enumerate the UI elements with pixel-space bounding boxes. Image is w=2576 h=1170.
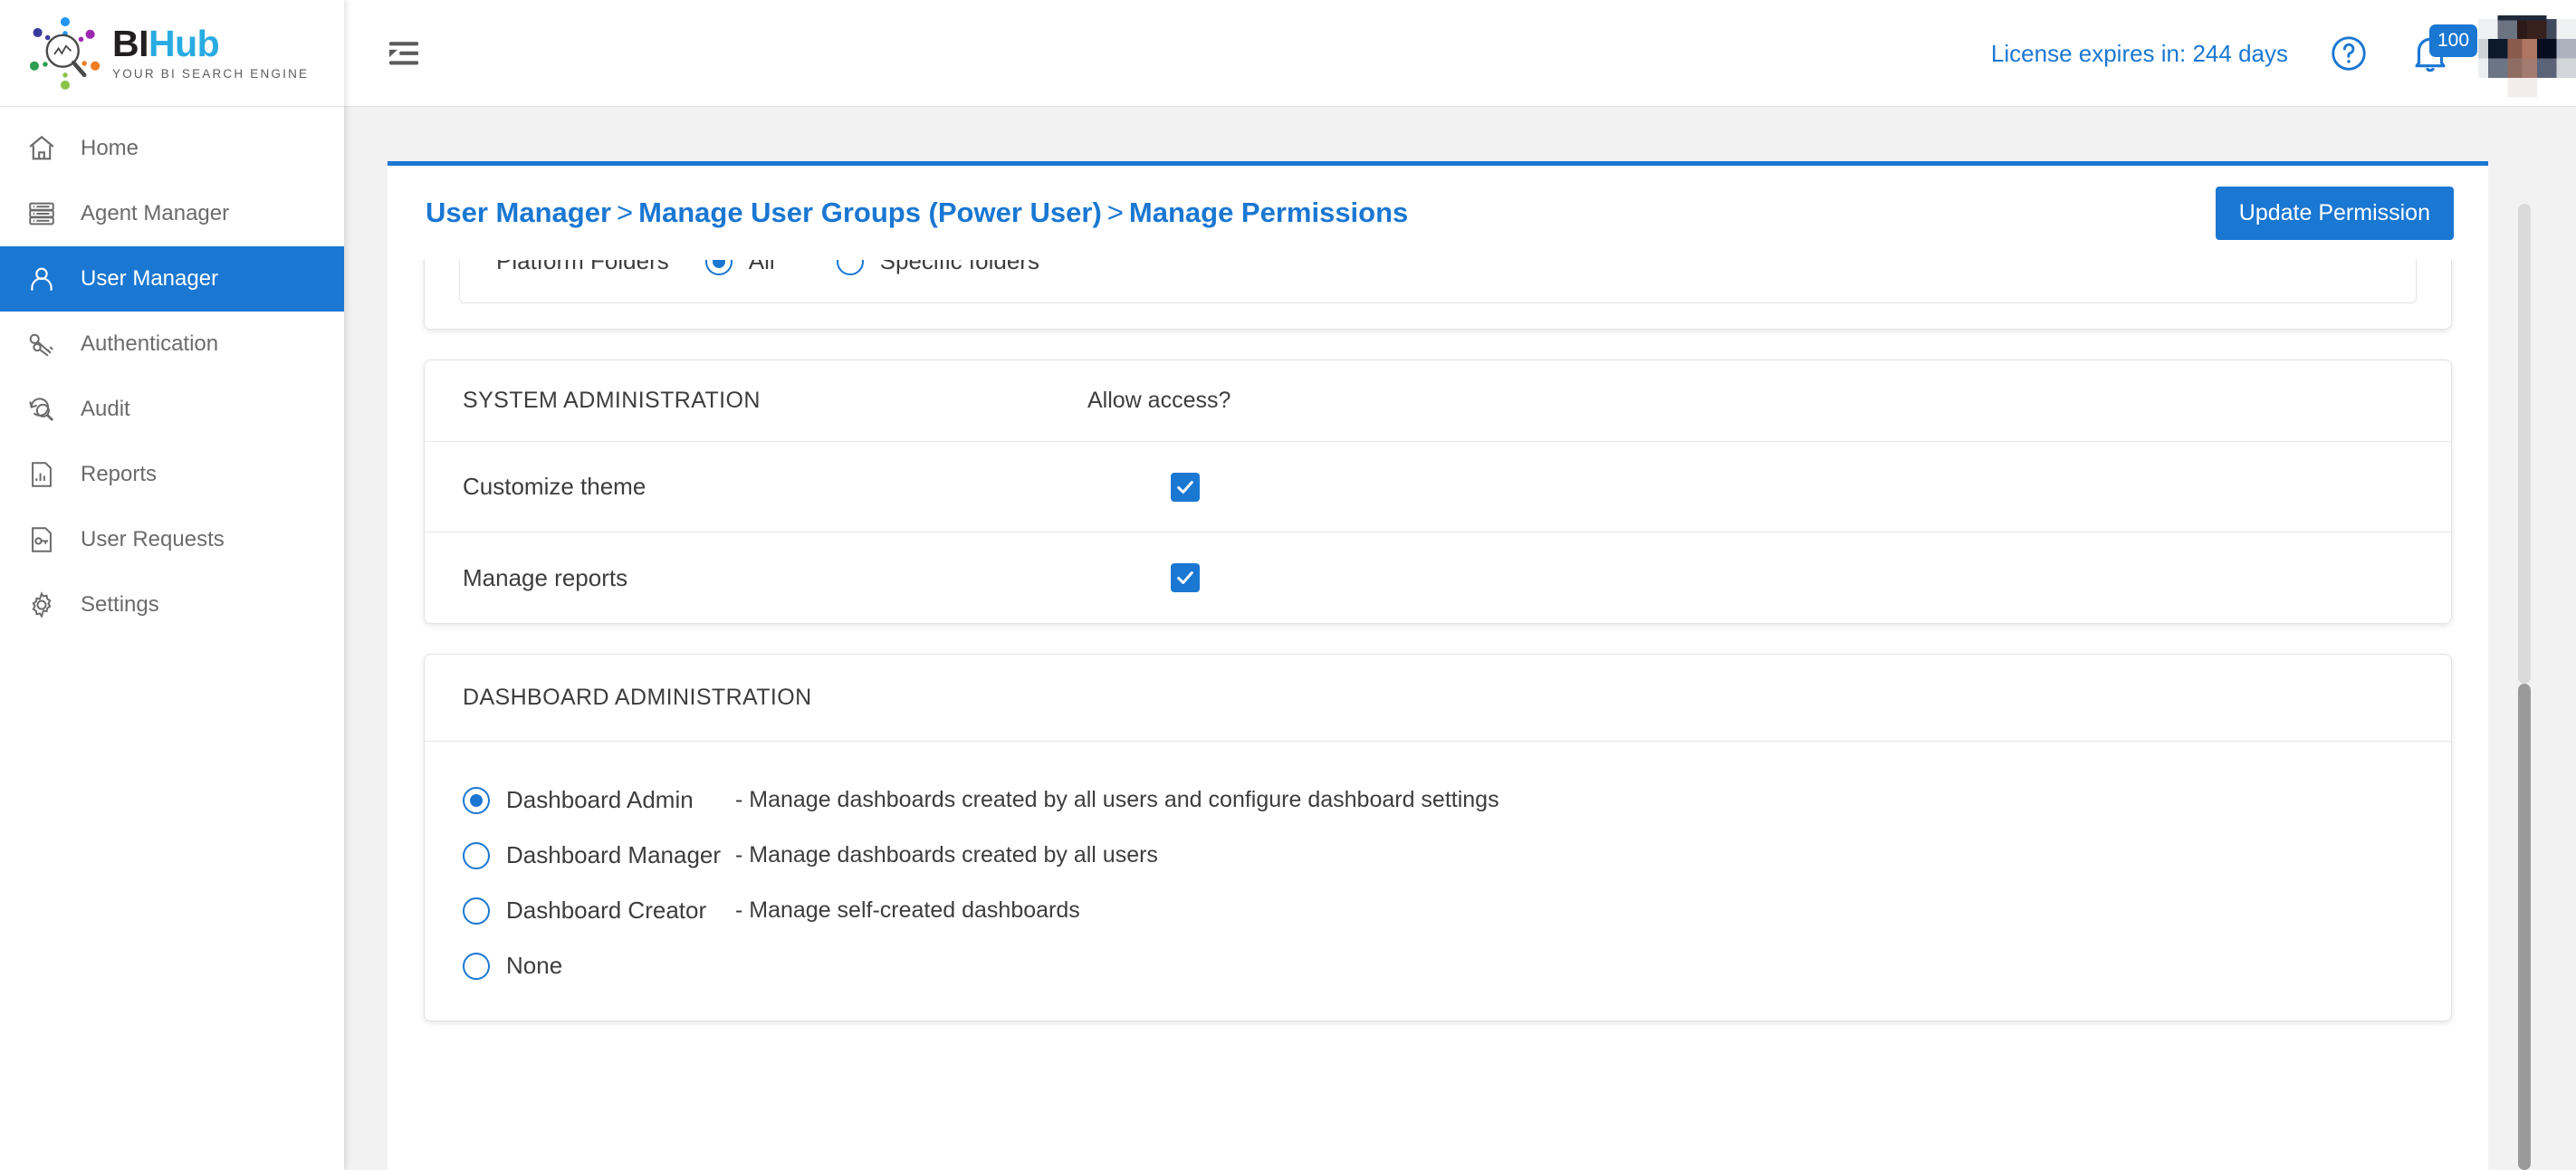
breadcrumb-item-user-manager[interactable]: User Manager: [426, 197, 611, 228]
permission-label: Manage reports: [463, 563, 628, 591]
sidebar-item-label: Home: [81, 136, 139, 160]
server-icon: [20, 198, 63, 229]
gear-icon: [20, 590, 63, 620]
breadcrumb: User Manager > Manage User Groups (Power U…: [426, 197, 1408, 229]
radio-dashboard-admin[interactable]: [463, 786, 490, 814]
app-logo[interactable]: BIHub YOUR BI SEARCH ENGINE: [0, 0, 344, 107]
table-row: Customize theme: [425, 442, 2451, 532]
sidebar-item-agent-manager[interactable]: Agent Manager: [0, 181, 344, 246]
sidebar-item-reports[interactable]: Reports: [0, 442, 344, 507]
audit-search-icon: [20, 394, 63, 425]
question-circle-icon[interactable]: [2328, 33, 2370, 74]
home-icon: [20, 133, 63, 164]
radio-dashboard-manager[interactable]: [463, 841, 490, 869]
dashboard-administration-card: DASHBOARD ADMINISTRATION Dashboard Admin…: [424, 654, 2452, 1021]
dashboard-option-label: Dashboard Manager: [506, 841, 722, 868]
document-key-icon: [20, 524, 63, 555]
radio-specific-folders[interactable]: [836, 260, 864, 275]
platform-folders-label: Platform Folders: [496, 260, 669, 274]
platform-folders-option-all[interactable]: All: [704, 260, 775, 275]
allow-access-column-header: Allow access?: [1087, 388, 1231, 413]
radio-dashboard-none[interactable]: [463, 952, 490, 980]
permission-toggle-cell: [1087, 563, 1259, 592]
breadcrumb-item-manage-permissions: Manage Permissions: [1128, 197, 1409, 228]
checkbox-manage-reports[interactable]: [1171, 563, 1200, 592]
bihub-logo-icon: [24, 12, 107, 95]
dashboard-option-description: - Manage dashboards created by all users…: [735, 787, 1499, 812]
logo-tagline: YOUR BI SEARCH ENGINE: [112, 67, 310, 81]
avatar[interactable]: [2478, 9, 2576, 98]
page-scrollbar-thumb[interactable]: [2518, 684, 2531, 1170]
sidebar-item-authentication[interactable]: Authentication: [0, 312, 344, 377]
platform-folders-card: Platform Folders All Specific folders: [424, 260, 2452, 330]
logo-name-first: BI: [112, 23, 149, 64]
dashboard-option-admin[interactable]: Dashboard Admin - Manage dashboards crea…: [425, 772, 2451, 828]
main-area: License expires in: 244 days 100 User Ma…: [344, 0, 2576, 1170]
sidebar-item-label: User Requests: [81, 527, 225, 551]
permissions-scroll-body: Platform Folders All Specific folders SY…: [388, 260, 2488, 1170]
dashboard-option-description: - Manage self-created dashboards: [735, 897, 1080, 923]
platform-folders-inner-box: Platform Folders All Specific folders: [459, 260, 2417, 303]
permission-label: Customize theme: [463, 473, 646, 500]
breadcrumb-separator: >: [617, 197, 634, 228]
app-root: BIHub YOUR BI SEARCH ENGINE Home Agent M…: [0, 0, 2576, 1170]
top-bar: License expires in: 244 days 100: [344, 0, 2576, 107]
platform-folders-option-specific[interactable]: Specific folders: [836, 260, 1039, 275]
sidebar-item-user-requests[interactable]: User Requests: [0, 507, 344, 572]
sidebar-item-label: User Manager: [81, 266, 219, 291]
dashboard-option-none[interactable]: None: [425, 938, 2451, 993]
dashboard-option-description: - Manage dashboards created by all users: [735, 842, 1158, 868]
keys-icon: [20, 329, 63, 360]
dashboard-option-label: Dashboard Creator: [506, 897, 707, 924]
header-gap: [344, 107, 2576, 161]
sidebar-item-audit[interactable]: Audit: [0, 377, 344, 442]
license-status: License expires in: 244 days: [1990, 39, 2288, 67]
collapse-menu-icon[interactable]: [378, 28, 429, 79]
dashboard-option-label: None: [506, 952, 563, 979]
notification-bell-icon[interactable]: 100: [2409, 24, 2478, 79]
dashboard-option-label: Dashboard Admin: [506, 786, 694, 813]
sidebar-item-user-manager[interactable]: User Manager: [0, 246, 344, 312]
radio-dashboard-creator[interactable]: [463, 897, 490, 925]
sidebar-item-label: Audit: [81, 397, 130, 421]
page-scrollbar-track-upper[interactable]: [2518, 204, 2531, 684]
sidebar-item-home[interactable]: Home: [0, 116, 344, 181]
platform-folders-row: Platform Folders All Specific folders: [460, 260, 2416, 275]
dashboard-administration-options: Dashboard Admin - Manage dashboards crea…: [425, 742, 2451, 1021]
breadcrumb-row: User Manager > Manage User Groups (Power U…: [388, 166, 2488, 260]
top-bar-actions: License expires in: 244 days 100: [1991, 0, 2576, 107]
update-permission-button[interactable]: Update Permission: [2215, 186, 2454, 240]
user-icon: [20, 264, 63, 294]
radio-all-label: All: [748, 260, 775, 274]
breadcrumb-item-manage-user-groups[interactable]: Manage User Groups (Power User): [638, 197, 1102, 228]
radio-specific-folders-label: Specific folders: [879, 260, 1039, 274]
sidebar-item-label: Agent Manager: [81, 201, 230, 225]
breadcrumb-separator: >: [1106, 197, 1124, 228]
permission-toggle-cell: [1087, 472, 1259, 502]
logo-name-second: Hub: [148, 23, 220, 64]
sidebar-nav: Home Agent Manager User Manager Authenti…: [0, 107, 344, 638]
report-chart-icon: [20, 459, 63, 490]
checkbox-customize-theme[interactable]: [1171, 472, 1200, 502]
sidebar-item-label: Reports: [81, 462, 158, 486]
system-administration-title: SYSTEM ADMINISTRATION: [463, 388, 761, 413]
dashboard-administration-title: DASHBOARD ADMINISTRATION: [425, 655, 2451, 742]
sidebar-item-label: Authentication: [81, 331, 219, 356]
dashboard-option-creator[interactable]: Dashboard Creator - Manage self-created …: [425, 883, 2451, 938]
logo-wordmark: BIHub YOUR BI SEARCH ENGINE: [112, 23, 310, 82]
notification-count-badge: 100: [2429, 24, 2478, 57]
system-administration-header: SYSTEM ADMINISTRATION Allow access?: [425, 360, 2451, 442]
content-card: User Manager > Manage User Groups (Power U…: [388, 161, 2488, 1170]
sidebar-item-settings[interactable]: Settings: [0, 572, 344, 638]
table-row: Manage reports: [425, 532, 2451, 623]
dashboard-option-manager[interactable]: Dashboard Manager - Manage dashboards cr…: [425, 828, 2451, 883]
system-administration-card: SYSTEM ADMINISTRATION Allow access? Cust…: [424, 360, 2452, 624]
sidebar: BIHub YOUR BI SEARCH ENGINE Home Agent M…: [0, 0, 344, 1170]
sidebar-item-label: Settings: [81, 592, 159, 617]
radio-all[interactable]: [704, 260, 733, 275]
